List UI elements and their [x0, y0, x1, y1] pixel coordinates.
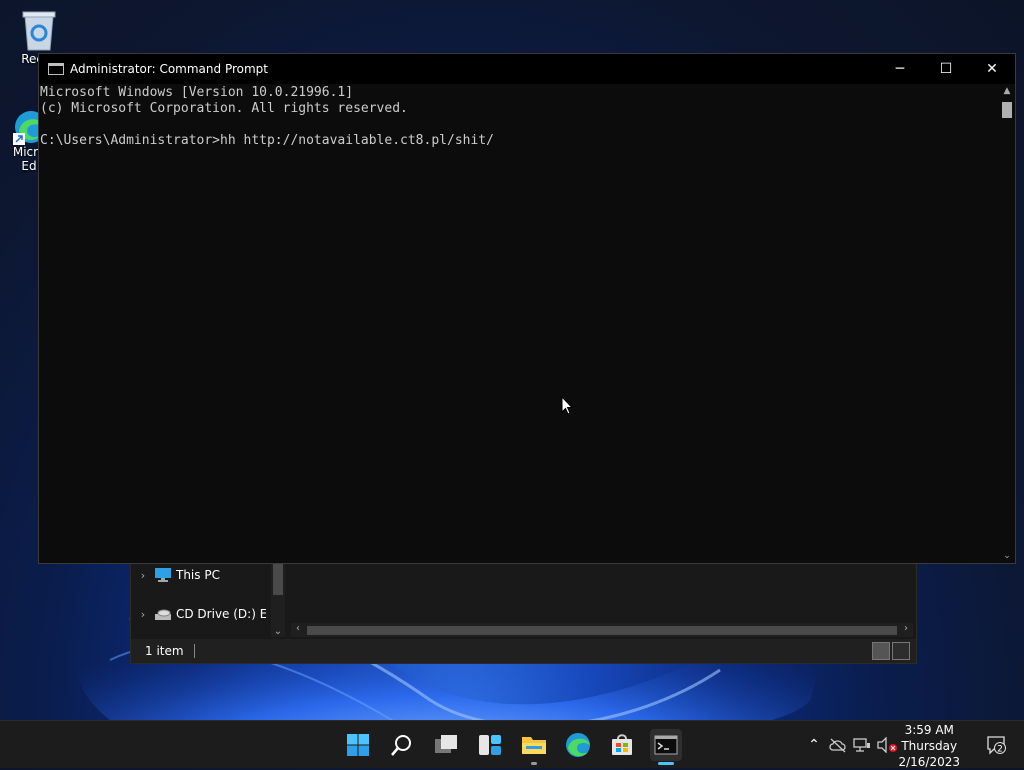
window-title: Administrator: Command Prompt	[70, 62, 268, 76]
close-button[interactable]: ✕	[969, 54, 1015, 84]
cd-drive-icon	[155, 609, 171, 620]
divider	[193, 644, 195, 658]
clock[interactable]: 3:59 AM Thursday 2/16/2023	[898, 722, 960, 770]
taskbar: ⌃ 3:59 AM Thursday 2/16/2023 2	[0, 720, 1024, 770]
edge-icon	[566, 733, 590, 757]
status-bar: 1 item	[131, 639, 916, 663]
scroll-thumb[interactable]	[1002, 102, 1012, 118]
store-icon	[612, 734, 632, 755]
window-controls: ─ ☐ ✕	[877, 54, 1015, 84]
cmd-app-icon	[48, 63, 64, 75]
terminal-icon	[654, 735, 678, 755]
search-button[interactable]	[386, 729, 418, 761]
chevron-right-icon[interactable]: ›	[899, 623, 913, 634]
clock-day: Thursday	[901, 739, 958, 753]
notification-button[interactable]: 2	[986, 735, 1006, 755]
file-explorer-icon	[522, 737, 546, 754]
widgets-button[interactable]	[474, 729, 506, 761]
mouse-cursor-icon	[561, 396, 573, 415]
scroll-thumb[interactable]	[273, 563, 283, 595]
horizontal-scrollbar[interactable]: ‹ ›	[291, 623, 913, 637]
chevron-up-icon[interactable]: ⌃	[804, 737, 824, 753]
running-indicator	[531, 762, 537, 765]
title-bar[interactable]: Administrator: Command Prompt ─ ☐ ✕	[39, 54, 1015, 84]
recycle-bin-icon	[22, 11, 56, 51]
terminal-taskbar-button[interactable]	[650, 729, 682, 765]
nav-item-cd-drive[interactable]: › CD Drive (D:) Easy	[131, 602, 271, 626]
volume-muted-icon[interactable]	[876, 737, 898, 753]
terminal-output[interactable]: Microsoft Windows [Version 10.0.21996.1]…	[39, 84, 999, 563]
command-prompt-window[interactable]: Administrator: Command Prompt ─ ☐ ✕ Micr…	[38, 53, 1016, 564]
scroll-thumb[interactable]	[307, 626, 897, 635]
nav-scrollbar[interactable]: ⌄	[271, 561, 285, 637]
search-icon	[391, 735, 411, 756]
start-icon	[347, 734, 369, 756]
view-buttons	[872, 642, 910, 660]
cloud-offline-icon[interactable]	[828, 737, 848, 753]
network-icon[interactable]	[852, 737, 872, 753]
chevron-up-icon[interactable]: ▲	[999, 86, 1015, 96]
maximize-button[interactable]: ☐	[923, 54, 969, 84]
file-explorer-window[interactable]: › This PC › CD Drive (D:) Easy ⌄ ‹ › 1 i…	[130, 560, 917, 664]
edge-taskbar-button[interactable]	[562, 729, 594, 761]
active-indicator	[658, 762, 674, 765]
item-count: 1 item	[145, 644, 184, 658]
minimize-button[interactable]: ─	[877, 54, 923, 84]
terminal-line: Microsoft Windows [Version 10.0.21996.1]	[40, 85, 354, 100]
terminal-prompt-line: C:\Users\Administrator>hh http://notavai…	[40, 133, 494, 148]
nav-item-this-pc[interactable]: › This PC	[131, 563, 271, 587]
notification-count: 2	[997, 745, 1003, 755]
system-tray: ⌃	[804, 721, 898, 769]
chevron-right-icon[interactable]: ›	[131, 569, 155, 582]
navigation-pane: › This PC › CD Drive (D:) Easy ⌄	[131, 561, 286, 639]
vertical-scrollbar[interactable]: ▲ ⌄	[999, 84, 1015, 563]
task-view-button[interactable]	[430, 729, 462, 761]
store-taskbar-button[interactable]	[606, 729, 638, 761]
terminal-line: (c) Microsoft Corporation. All rights re…	[40, 101, 408, 116]
clock-time: 3:59 AM	[904, 723, 954, 737]
large-icons-view-button[interactable]	[892, 642, 910, 660]
notification-icon: 2	[987, 736, 1006, 755]
file-explorer-taskbar-button[interactable]	[518, 729, 550, 765]
details-view-button[interactable]	[872, 642, 890, 660]
task-view-icon	[435, 735, 457, 753]
widgets-icon	[479, 735, 501, 755]
chevron-down-icon[interactable]: ⌄	[999, 551, 1015, 561]
monitor-icon	[155, 568, 171, 582]
chevron-right-icon[interactable]: ›	[131, 608, 155, 621]
nav-item-label: This PC	[176, 568, 220, 582]
chevron-down-icon[interactable]: ⌄	[271, 626, 285, 637]
nav-item-label: CD Drive (D:) Easy	[176, 607, 266, 621]
start-button[interactable]	[342, 729, 374, 761]
chevron-left-icon[interactable]: ‹	[291, 623, 305, 634]
